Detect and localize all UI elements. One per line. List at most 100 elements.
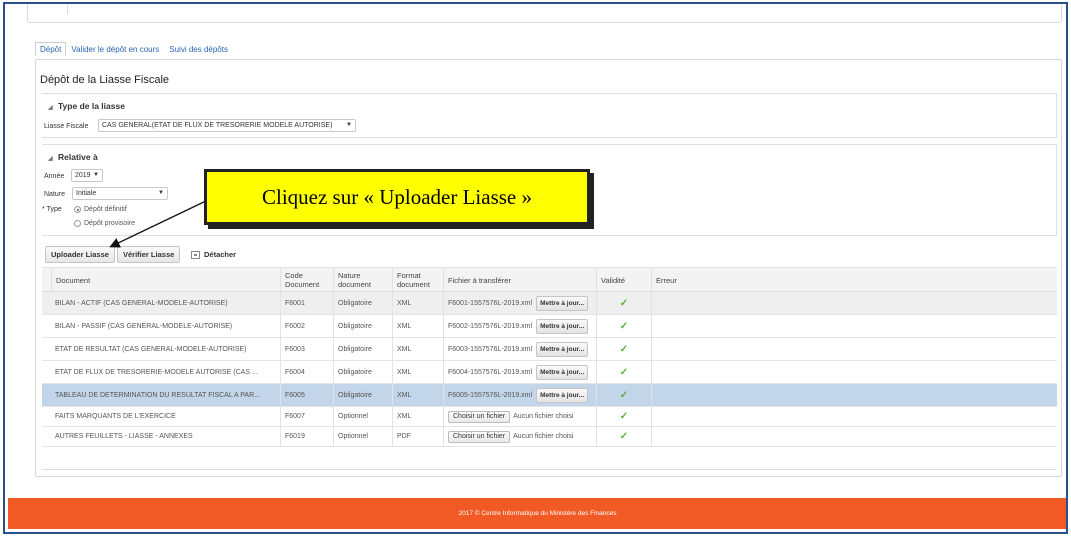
file-name: F6002-1557576L-2019.xml (448, 322, 533, 330)
main-panel: Dépôt de la Liasse Fiscale ◢ Type de la … (35, 59, 1062, 477)
table-row-selected[interactable]: TABLEAU DE DETERMINATION DU RESULTAT FIS… (42, 384, 1057, 407)
cell-nature: Obligatoire (333, 384, 392, 406)
cell-validite: ✓ (596, 361, 651, 383)
cell-code: F6019 (280, 427, 333, 446)
table-row[interactable]: ETAT DE FLUX DE TRESORERIE-MODELE AUTORI… (42, 361, 1057, 384)
cell-nature: Obligatoire (333, 292, 392, 314)
header-validite[interactable]: Validité (596, 268, 651, 292)
header-nature[interactable]: Nature document (333, 268, 392, 292)
table-row[interactable]: ETAT DE RESULTAT (CAS GENERAL-MODELE-AUT… (42, 338, 1057, 361)
no-file-text: Aucun fichier choisi (513, 413, 574, 420)
cell-document: ETAT DE RESULTAT (CAS GENERAL-MODELE-AUT… (55, 345, 247, 353)
cell-validite: ✓ (596, 338, 651, 360)
file-name: F6005-1557576L-2019.xml (448, 391, 533, 399)
cell-fichier: Choisir un fichier Aucun fichier choisi (443, 407, 596, 426)
cell-nature: Optionnel (333, 427, 392, 446)
table-row[interactable]: BILAN - PASSIF (CAS GENERAL-MODELE-AUTOR… (42, 315, 1057, 338)
cell-code: F6002 (280, 315, 333, 337)
cell-nature: Obligatoire (333, 361, 392, 383)
cell-format: XML (392, 407, 443, 426)
table-header: Document Code Document Nature document F… (42, 267, 1057, 292)
cell-document: AUTRES FEUILLETS - LIASSE - ANNEXES (55, 433, 193, 440)
callout-text: Cliquez sur « Uploader Liasse » (261, 184, 533, 209)
mettre-a-jour-button[interactable]: Mettre à jour... (536, 318, 589, 334)
tab-depot[interactable]: Dépôt (35, 42, 67, 56)
chevron-down-icon: ▼ (93, 172, 99, 178)
cell-fichier: Choisir un fichier Aucun fichier choisi (443, 427, 596, 446)
header-erreur[interactable]: Erreur (651, 268, 1057, 292)
cell-code: F6005 (280, 384, 333, 406)
annee-value: 2019 (75, 172, 91, 179)
radio-selected-icon[interactable] (74, 206, 81, 213)
cell-fichier: F6004-1557576L-2019.xml Mettre à jour... (443, 361, 596, 383)
cell-erreur (651, 407, 1057, 426)
cell-code: F6001 (280, 292, 333, 314)
check-icon: ✓ (619, 431, 629, 442)
nature-value: Initiale (76, 190, 97, 197)
cell-code: F6003 (280, 338, 333, 360)
tab-valider-depot[interactable]: Valider le dépôt en cours (66, 42, 164, 56)
mettre-a-jour-button[interactable]: Mettre à jour... (536, 364, 589, 380)
cell-format: XML (392, 338, 443, 360)
table-row[interactable]: FAITS MARQUANTS DE L'EXERCICE F6007 Opti… (42, 407, 1057, 427)
check-icon: ✓ (619, 389, 629, 401)
choose-file-button[interactable]: Choisir un fichier (448, 430, 511, 443)
header-code[interactable]: Code Document (280, 268, 333, 292)
annee-select[interactable]: 2019 ▼ (71, 169, 103, 182)
collapse-triangle-icon[interactable]: ◢ (48, 105, 53, 111)
collapse-triangle-icon[interactable]: ◢ (48, 156, 53, 162)
mettre-a-jour-button[interactable]: Mettre à jour... (536, 341, 589, 357)
cell-document: FAITS MARQUANTS DE L'EXERCICE (55, 413, 176, 420)
chevron-down-icon: ▼ (346, 122, 352, 128)
section-type-liasse: ◢ Type de la liasse Liasse Fiscale CAS G… (42, 93, 1057, 138)
cell-code: F6007 (280, 407, 333, 426)
cell-nature: Obligatoire (333, 315, 392, 337)
table-row[interactable]: AUTRES FEUILLETS - LIASSE - ANNEXES F601… (42, 427, 1057, 447)
cell-nature: Optionnel (333, 407, 392, 426)
type-label-text: Type (46, 206, 62, 213)
cell-format: XML (392, 315, 443, 337)
choose-file-button[interactable]: Choisir un fichier (448, 410, 511, 423)
required-marker: * (42, 206, 45, 213)
section-type-header[interactable]: ◢ Type de la liasse (48, 101, 125, 111)
cell-erreur (651, 292, 1057, 314)
footer-text: 2017 © Centre Informatique du Ministère … (458, 510, 617, 517)
cell-document: TABLEAU DE DETERMINATION DU RESULTAT FIS… (55, 391, 260, 399)
section-relative-header[interactable]: ◢ Relative à (48, 152, 98, 162)
cell-erreur (651, 315, 1057, 337)
check-icon: ✓ (619, 366, 629, 378)
radio-unselected-icon[interactable] (74, 220, 81, 227)
table-row[interactable]: BILAN - ACTIF (CAS GENERAL-MODELE-AUTORI… (42, 292, 1057, 315)
cell-nature: Obligatoire (333, 338, 392, 360)
instruction-callout: Cliquez sur « Uploader Liasse » (204, 169, 590, 225)
annee-label: Année (44, 173, 65, 180)
check-icon: ✓ (619, 343, 629, 355)
cell-document: BILAN - PASSIF (CAS GENERAL-MODELE-AUTOR… (55, 322, 233, 330)
cell-code: F6004 (280, 361, 333, 383)
top-header-box (27, 4, 1062, 23)
liasse-fiscale-value: CAS GENERAL(ETAT DE FLUX DE TRESORERIE M… (102, 122, 333, 129)
cell-fichier: F6001-1557576L-2019.xml Mettre à jour... (443, 292, 596, 314)
mettre-a-jour-button[interactable]: Mettre à jour... (536, 387, 589, 403)
no-file-text: Aucun fichier choisi (513, 433, 574, 440)
cell-validite: ✓ (596, 384, 651, 406)
check-icon: ✓ (619, 320, 629, 332)
top-header-divider (34, 4, 68, 14)
documents-table: Document Code Document Nature document F… (42, 267, 1057, 447)
cell-erreur (651, 384, 1057, 406)
table-bottom-divider (42, 469, 1057, 470)
callout-arrow (109, 199, 209, 248)
tab-bar: Dépôt Valider le dépôt en cours Suivi de… (35, 42, 233, 56)
check-icon: ✓ (619, 297, 629, 309)
file-name: F6003-1557576L-2019.xml (448, 345, 533, 353)
cell-document: ETAT DE FLUX DE TRESORERIE-MODELE AUTORI… (55, 368, 258, 376)
header-fichier[interactable]: Fichier à transférer (443, 268, 596, 292)
file-name: F6004-1557576L-2019.xml (448, 368, 533, 376)
header-document[interactable]: Document (51, 268, 280, 292)
cell-fichier: F6002-1557576L-2019.xml Mettre à jour... (443, 315, 596, 337)
liasse-fiscale-select[interactable]: CAS GENERAL(ETAT DE FLUX DE TRESORERIE M… (98, 119, 356, 132)
mettre-a-jour-button[interactable]: Mettre à jour... (536, 295, 589, 311)
tab-suivi-depots[interactable]: Suivi des dépôts (164, 42, 233, 56)
header-format[interactable]: Format document (392, 268, 443, 292)
liasse-fiscale-label: Liasse Fiscale (44, 123, 89, 130)
